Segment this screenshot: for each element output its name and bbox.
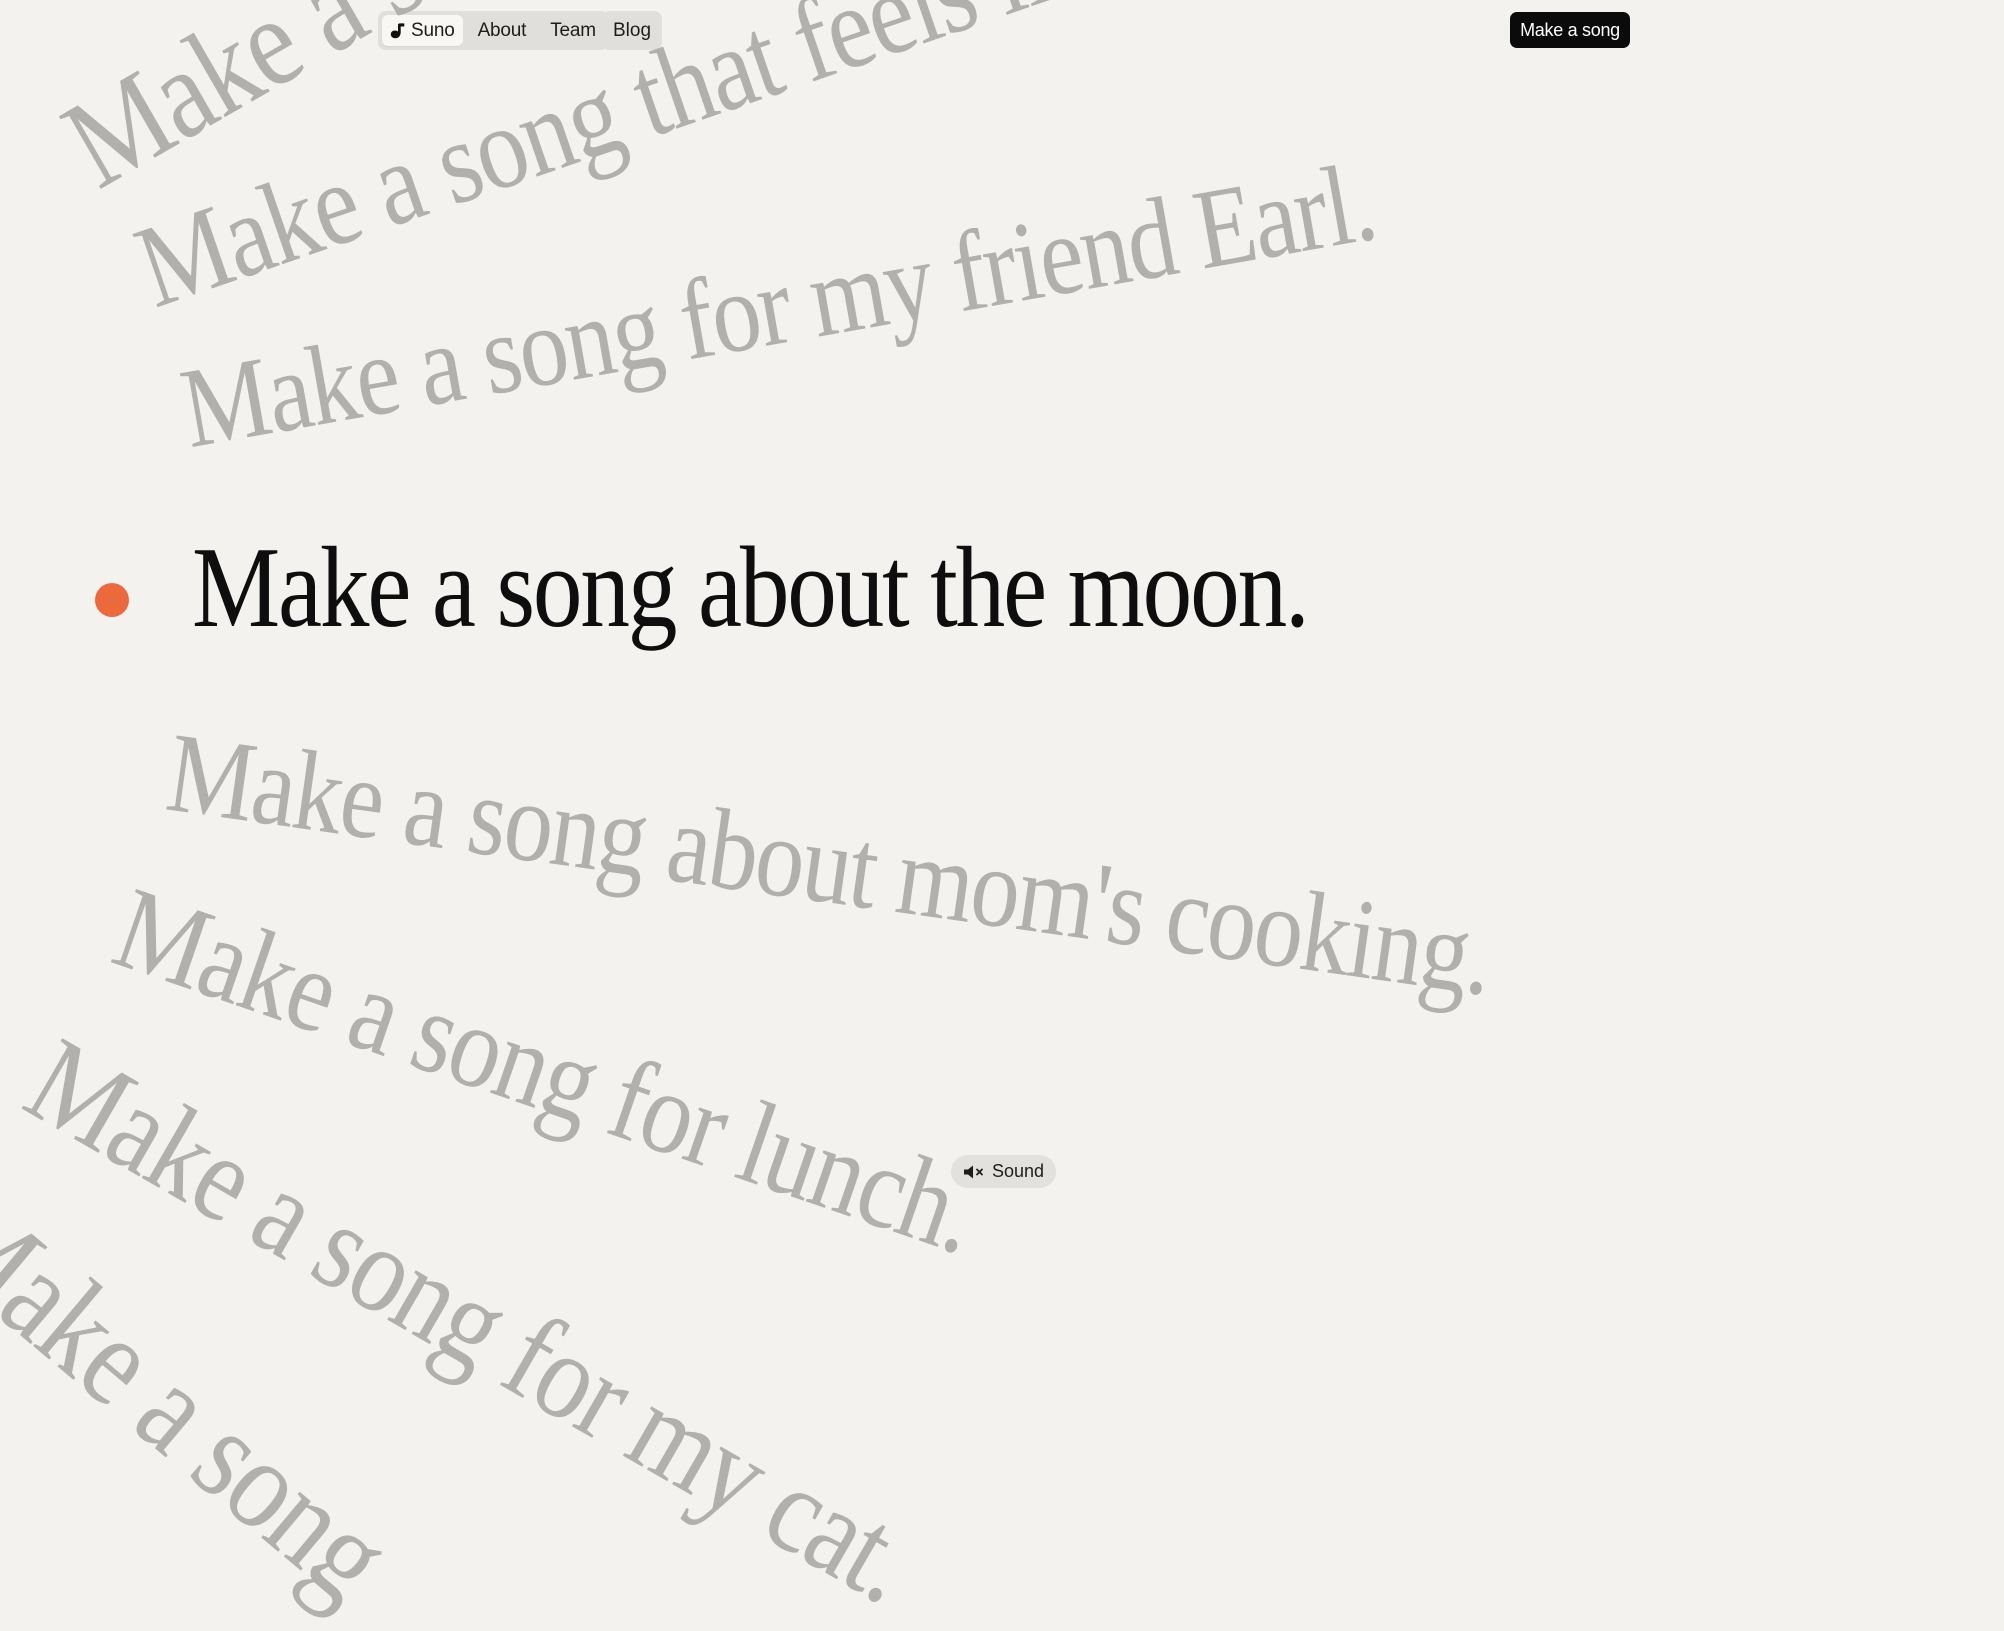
nav-team[interactable]: Team <box>541 15 605 46</box>
sound-toggle-button[interactable]: Sound <box>951 1155 1056 1188</box>
nav-about[interactable]: About <box>469 15 536 46</box>
make-a-song-button[interactable]: Make a song <box>1510 12 1630 48</box>
sound-label: Sound <box>991 1161 1045 1181</box>
current-prompt-indicator <box>95 583 129 617</box>
speaker-muted-icon <box>963 1165 983 1178</box>
current-prompt: Make a song about the moon. <box>192 524 1310 652</box>
